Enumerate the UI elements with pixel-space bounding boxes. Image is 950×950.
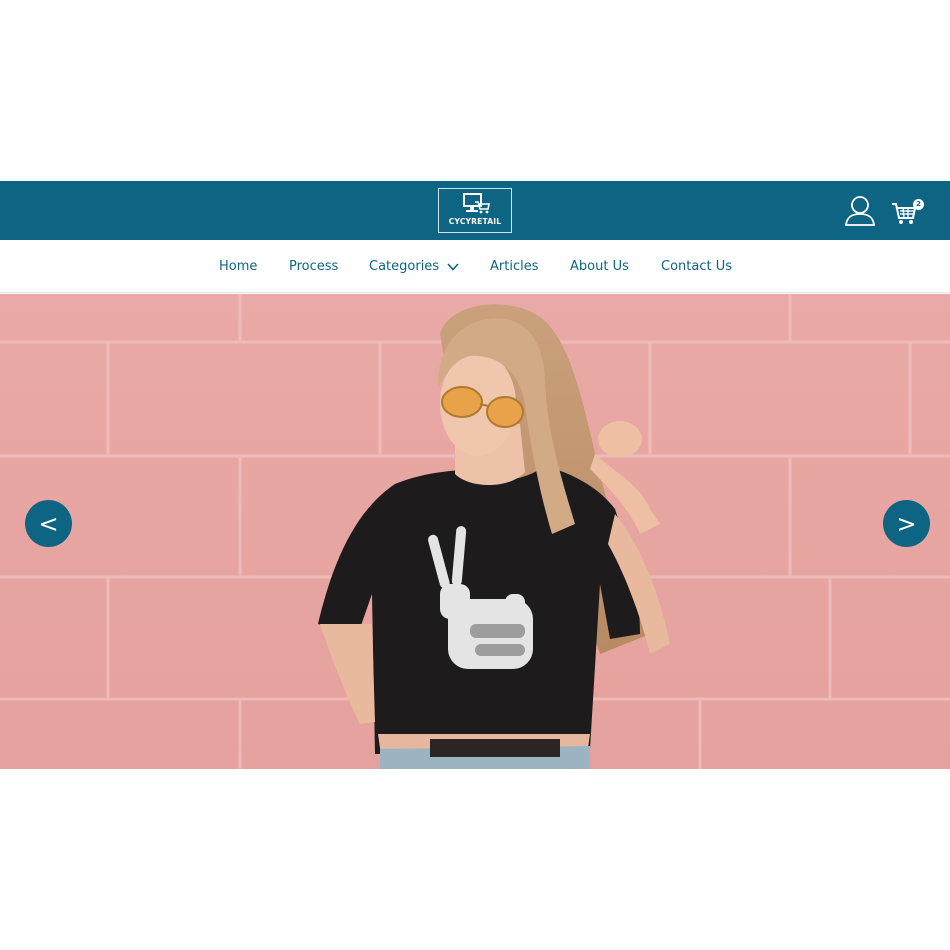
account-button[interactable] [843,195,877,227]
nav-item-home[interactable]: Home [219,259,257,274]
nav-item-categories[interactable]: Categories [369,259,459,274]
site-header: CYCYRETAIL 2 [0,181,950,240]
cart-count-badge: 2 [913,199,924,210]
user-icon [844,196,876,226]
nav-item-process[interactable]: Process [289,259,338,274]
hero-carousel: < > [0,294,950,769]
hero-slide-image [0,294,950,769]
cart-button[interactable]: 2 [891,197,925,227]
nav-item-categories-label: Categories [369,259,440,274]
carousel-prev-button[interactable]: < [25,500,72,547]
logo-text: CYCYRETAIL [448,217,502,226]
main-nav: Home Process Categories Articles About U… [0,240,950,293]
monitor-cart-icon [463,193,490,214]
chevron-down-icon [447,262,459,271]
nav-item-articles[interactable]: Articles [490,259,538,274]
nav-item-about-us[interactable]: About Us [570,259,629,274]
site-logo[interactable]: CYCYRETAIL [438,188,512,233]
carousel-next-button[interactable]: > [883,500,930,547]
nav-item-contact-us[interactable]: Contact Us [661,259,732,274]
